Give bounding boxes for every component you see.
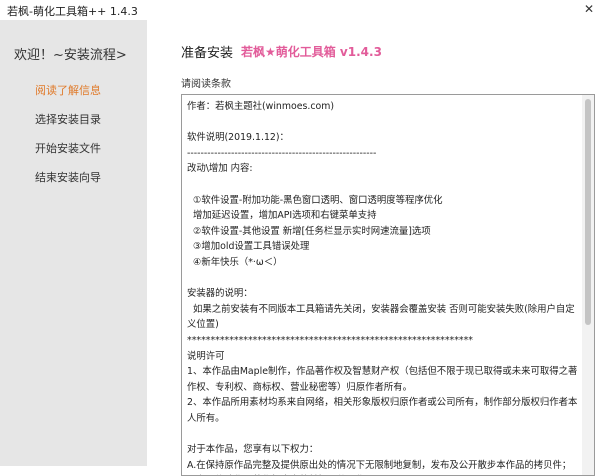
license-scrollbar[interactable]	[582, 95, 594, 475]
sidebar-title: 欢迎！~安装流程>	[14, 48, 127, 63]
sidebar: 欢迎！~安装流程> 阅读了解信息 选择安装目录 开始安装文件 结束安装向导	[0, 20, 147, 466]
scrollbar-thumb[interactable]	[585, 99, 591, 325]
close-icon[interactable]: ✕	[584, 2, 594, 16]
step-install-files: 开始安装文件	[35, 142, 101, 155]
license-text: 作者：若枫主题社(winmoes.com) 软件说明(2019.1.12)： -…	[187, 101, 578, 471]
main-panel: 准备安装 若枫★萌化工具箱 v1.4.3 请阅读条款 作者：若枫主题社(winm…	[147, 20, 600, 476]
window-title: 若枫-萌化工具箱++ 1.4.3	[7, 5, 138, 18]
app-name-label: 若枫★萌化工具箱 v1.4.3	[241, 45, 382, 59]
license-textbox[interactable]: 作者：若枫主题社(winmoes.com) 软件说明(2019.1.12)： -…	[181, 94, 595, 476]
page-heading: 准备安装	[181, 46, 234, 61]
step-read-info: 阅读了解信息	[35, 84, 101, 97]
license-label: 请阅读条款	[181, 79, 231, 90]
title-bar: 若枫-萌化工具箱++ 1.4.3 ✕	[0, 0, 600, 20]
step-choose-directory: 选择安装目录	[35, 113, 101, 126]
step-finish-wizard: 结束安装向导	[35, 171, 101, 184]
